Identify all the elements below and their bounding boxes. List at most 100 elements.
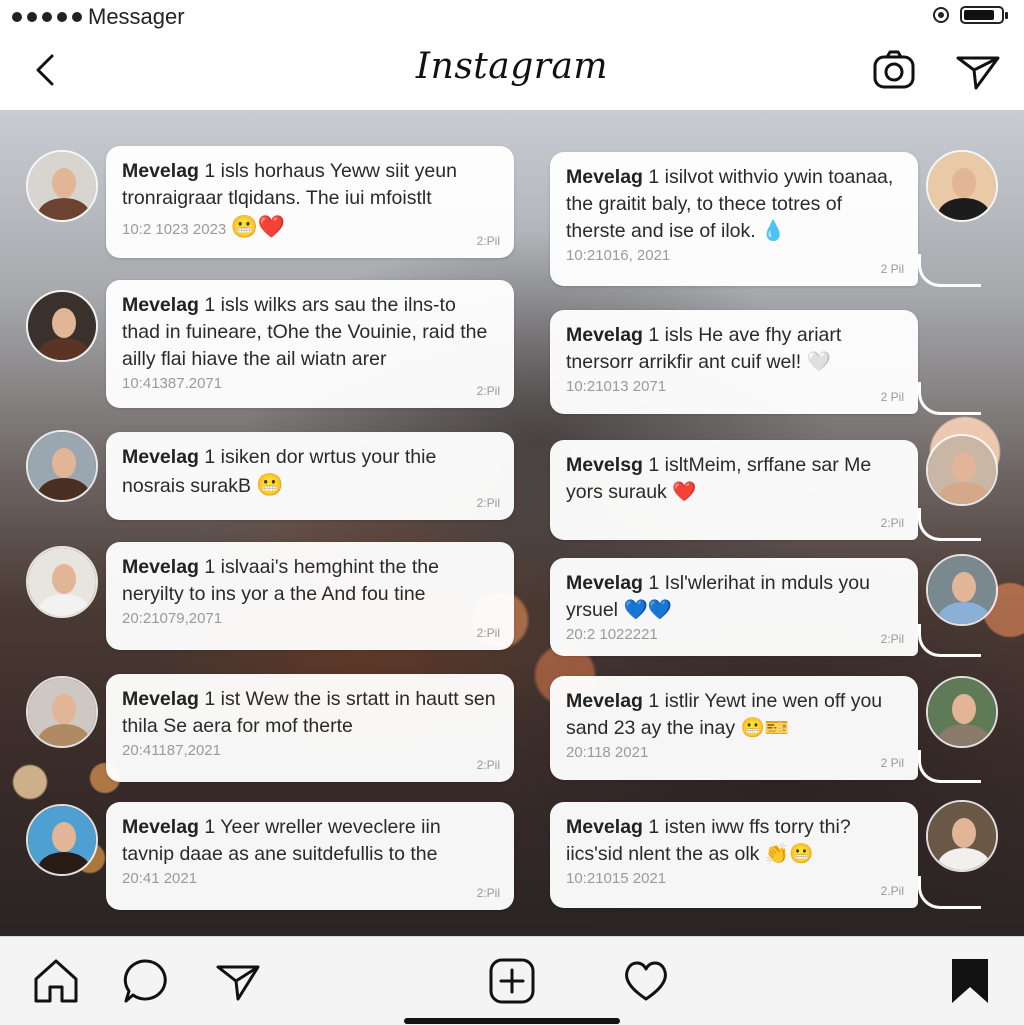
avatar[interactable]	[26, 430, 98, 502]
message-bubble[interactable]: Mevelag 1 isiken dor wrtus your thie nos…	[106, 432, 514, 520]
bubble-tail	[918, 508, 981, 541]
message-text: Mevelag 1 ist Wew the is srtatt in hautt…	[122, 686, 498, 740]
message-bubble[interactable]: Mevelag 1 isilvot withvio ywin toanaa, t…	[550, 152, 918, 286]
sender-name: Mevelsg	[566, 454, 643, 476]
message-date: 10:2 1023 2023	[122, 221, 227, 238]
avatar[interactable]	[926, 434, 998, 506]
bubble-tail	[918, 876, 981, 909]
battery-icon	[960, 6, 1008, 24]
tab-activity[interactable]	[620, 955, 672, 1007]
message-date: 20:21079,2071	[122, 610, 223, 627]
sender-name: Mevelag	[122, 816, 199, 838]
sender-name: Mevelag	[566, 816, 643, 838]
tab-direct[interactable]	[212, 955, 264, 1007]
message-bubble[interactable]: Mevelag 1 isten iww ffs torry thi? iics'…	[550, 802, 918, 908]
message-bubble[interactable]: Mevelag 1 Isl'wlerihat in mduls you yrsu…	[550, 558, 918, 656]
message-date: 20:2 1022221	[566, 626, 658, 643]
paper-plane-icon	[956, 56, 1000, 90]
message-bubble[interactable]: Mevelag 1 ist Wew the is srtatt in hautt…	[106, 674, 514, 782]
bubble-tail	[918, 382, 981, 415]
message-date: 10:41387.2071	[122, 375, 223, 392]
message-meta: 10:2 1023 2023 😬❤️	[122, 214, 498, 240]
sender-name: Mevelag	[566, 690, 643, 712]
status-bar: Messager	[0, 0, 1024, 34]
message-bubble[interactable]: Mevelag 1 isls He ave fhy ariart tnersor…	[550, 310, 918, 414]
avatar[interactable]	[926, 554, 998, 626]
camera-button[interactable]	[868, 44, 920, 96]
avatar[interactable]	[26, 546, 98, 618]
message-time: 2:Pil	[476, 626, 500, 640]
signal-strength-icon	[12, 12, 82, 22]
avatar[interactable]	[26, 676, 98, 748]
message-time: 2:Pil	[476, 496, 500, 510]
avatar[interactable]	[926, 676, 998, 748]
tab-new-post[interactable]	[486, 955, 538, 1007]
message-time: 2 Pil	[880, 756, 904, 770]
message-bubble[interactable]: Mevelsg 1 isltMeim, srffane sar Me yors …	[550, 440, 918, 540]
sender-name: Mevelag	[122, 688, 199, 710]
message-time: 2:Pil	[476, 758, 500, 772]
message-date: 20:41187,2021	[122, 742, 221, 759]
message-time: 2.Pil	[880, 884, 904, 898]
message-feed[interactable]: Mevelag 1 isls horhaus Yeww siit yeun tr…	[0, 110, 1024, 936]
bubble-tail	[918, 624, 981, 657]
paper-plane-icon	[216, 965, 260, 1001]
message-text: Mevelag 1 isten iww ffs torry thi? iics'…	[566, 814, 902, 868]
sender-name: Mevelag	[566, 166, 643, 188]
camera-icon	[873, 50, 915, 89]
message-text: Mevelag 1 islvaai's hemghint the the ner…	[122, 554, 498, 608]
message-time: 2 Pil	[880, 390, 904, 404]
message-bubble[interactable]: Mevelag 1 istlir Yewt ine wen off you sa…	[550, 676, 918, 780]
avatar[interactable]	[26, 150, 98, 222]
tab-saved[interactable]	[944, 955, 996, 1007]
avatar[interactable]	[926, 800, 998, 872]
heart-icon	[625, 961, 667, 1001]
message-time: 2 Pil	[880, 262, 904, 276]
home-indicator	[404, 1018, 620, 1024]
message-time: 2:Pil	[476, 234, 500, 248]
message-bubble[interactable]: Mevelag 1 islvaai's hemghint the the ner…	[106, 542, 514, 650]
sender-name: Mevelag	[566, 572, 643, 594]
sender-name: Mevelag	[122, 446, 199, 468]
message-text: Mevelag 1 Yeer wreller weveclere iin tav…	[122, 814, 498, 868]
message-date: 10:21013 2071	[566, 378, 667, 395]
message-text: Mevelag 1 istlir Yewt ine wen off you sa…	[566, 688, 902, 742]
tab-home[interactable]	[30, 955, 82, 1007]
add-post-icon	[489, 958, 535, 1004]
sender-name: Mevelag	[122, 294, 199, 316]
direct-send-button[interactable]	[952, 44, 1004, 96]
message-time: 2:Pil	[476, 886, 500, 900]
avatar[interactable]	[26, 804, 98, 876]
emoji-reaction: 👏😬	[764, 843, 814, 865]
message-text: Mevelag 1 Isl'wlerihat in mduls you yrsu…	[566, 570, 902, 624]
emoji-reaction: 😬	[256, 472, 284, 497]
bubble-tail	[918, 750, 981, 783]
message-date: 10:21016, 2021	[566, 247, 671, 264]
sender-name: Mevelag	[122, 556, 199, 578]
message-text: Mevelag 1 isls wilks ars sau the ilns-to…	[122, 292, 498, 373]
message-time: 2:Pil	[476, 384, 500, 398]
sender-name: Mevelag	[122, 160, 199, 182]
message-time: 2:Pil	[880, 632, 904, 646]
sender-name: Mevelag	[566, 324, 643, 346]
emoji-reaction: 😬❤️	[230, 214, 286, 239]
chat-bubble-icon	[123, 959, 167, 1003]
message-bubble[interactable]: Mevelag 1 Yeer wreller weveclere iin tav…	[106, 802, 514, 910]
message-time: 2:Pil	[880, 516, 904, 530]
emoji-reaction: ❤️	[672, 481, 697, 503]
avatar[interactable]	[926, 150, 998, 222]
message-bubble[interactable]: Mevelag 1 isls horhaus Yeww siit yeun tr…	[106, 146, 514, 258]
message-text: Mevelag 1 isiken dor wrtus your thie nos…	[122, 444, 498, 500]
avatar[interactable]	[26, 290, 98, 362]
message-text: Mevelag 1 isilvot withvio ywin toanaa, t…	[566, 164, 902, 245]
home-icon	[34, 959, 78, 1003]
message-text: Mevelag 1 isls He ave fhy ariart tnersor…	[566, 322, 902, 376]
emoji-reaction: 💧	[761, 220, 786, 242]
message-bubble[interactable]: Mevelag 1 isls wilks ars sau the ilns-to…	[106, 280, 514, 408]
message-date: 10:21015 2021	[566, 870, 667, 887]
tab-search[interactable]	[120, 955, 172, 1007]
message-date: 20:41 2021	[122, 870, 198, 887]
orientation-lock-icon	[933, 7, 949, 23]
message-text: Mevelag 1 isls horhaus Yeww siit yeun tr…	[122, 158, 498, 212]
bottom-tab-bar	[0, 936, 1024, 1025]
